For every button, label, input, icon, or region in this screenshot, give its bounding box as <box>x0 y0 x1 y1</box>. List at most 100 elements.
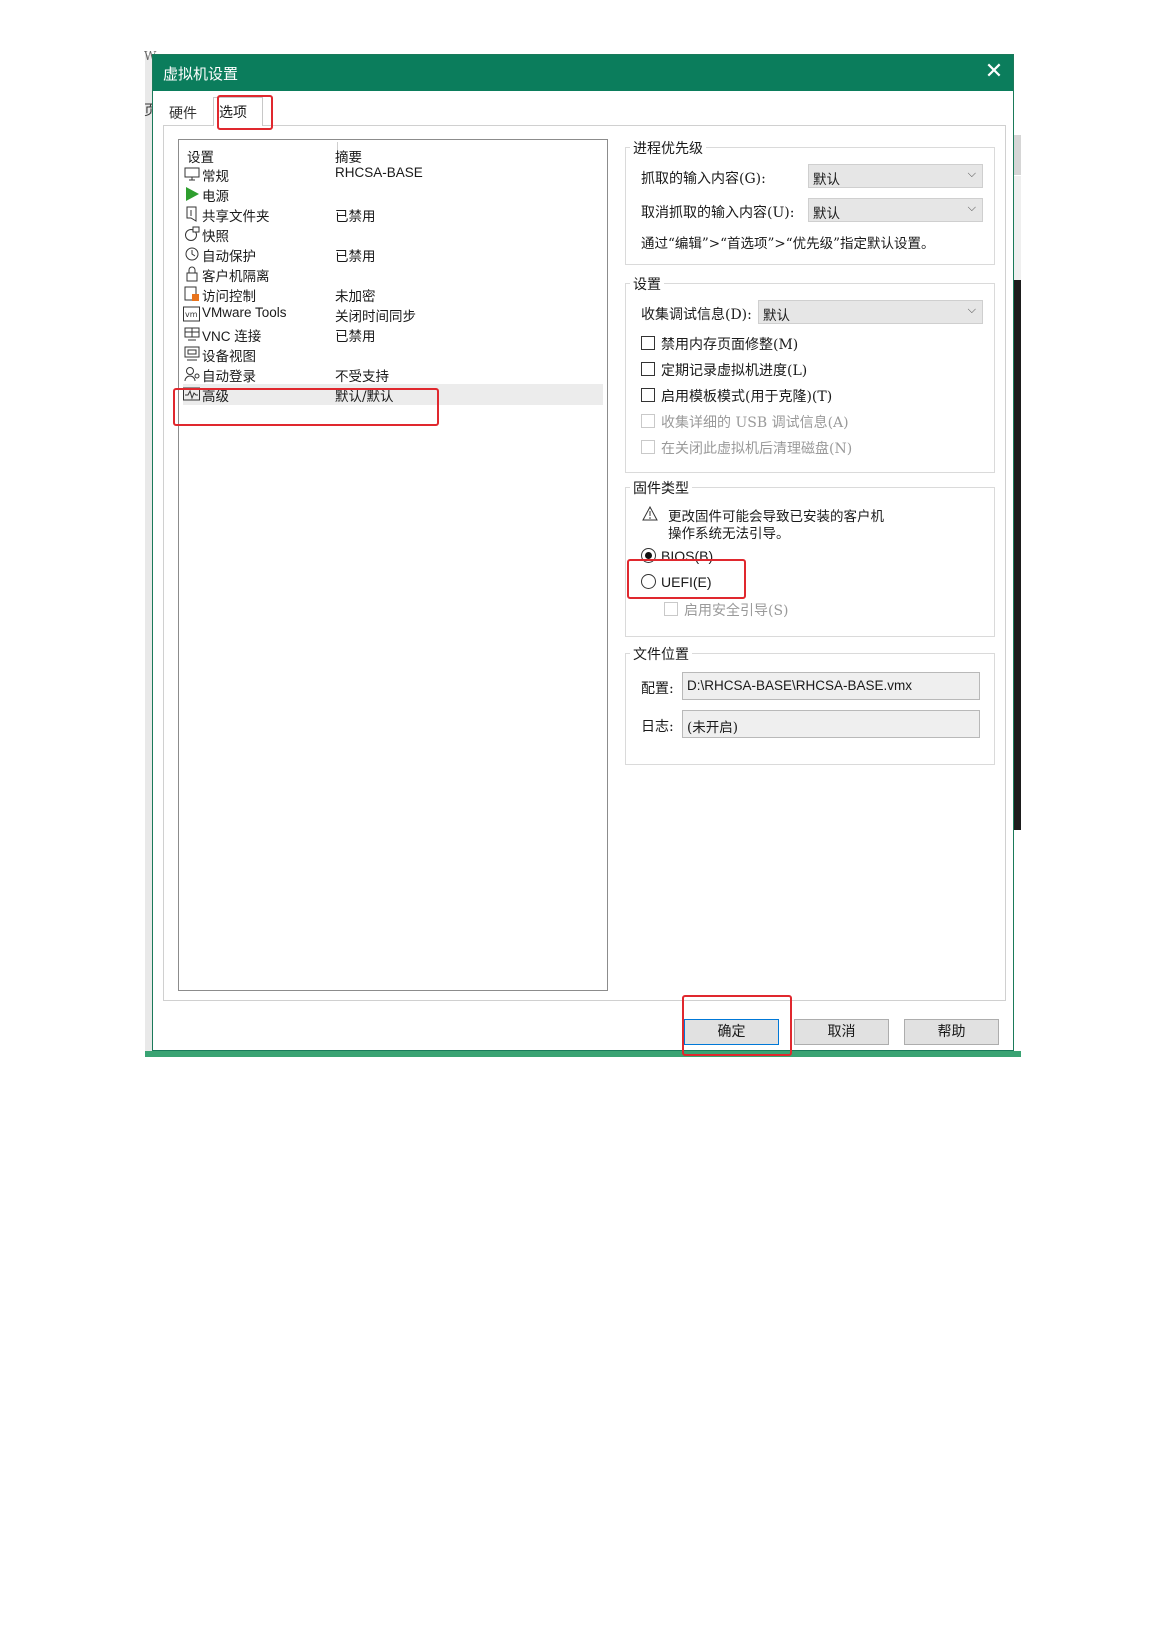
column-header-summary[interactable]: 摘要 <box>335 146 362 166</box>
help-button[interactable]: 帮助 <box>904 1019 999 1045</box>
annotation-box-ok <box>682 995 792 1056</box>
close-icon[interactable]: ✕ <box>982 60 1006 84</box>
process-priority-group: 进程优先级 抓取的输入内容(G): 默认 ⌵ 取消抓取的输入内容(U): 默认 … <box>625 138 995 265</box>
secure-boot-label: 启用安全引导(S) <box>684 603 789 619</box>
vm-icon: vm <box>183 306 200 323</box>
debug-info-label: 收集调试信息(D): <box>641 307 752 323</box>
list-item-snapshots[interactable]: 快照 <box>183 224 603 245</box>
play-icon <box>183 186 200 203</box>
list-item-summary: 未加密 <box>335 289 376 305</box>
list-item-shared-folders[interactable]: 共享文件夹 已禁用 <box>183 204 603 225</box>
checkbox-log-progress[interactable] <box>641 362 655 376</box>
list-item-autologin[interactable]: 自动登录 不受支持 <box>183 364 603 385</box>
checkbox-label: 定期记录虚拟机进度(L) <box>661 363 808 379</box>
list-item-name: 电源 <box>202 189 229 205</box>
tab-hardware[interactable]: 硬件 <box>163 99 213 125</box>
background-window-edge <box>1013 135 1021 175</box>
checkbox-clean-disk <box>641 440 655 454</box>
chevron-down-icon: ⌵ <box>967 303 976 316</box>
background-window-edge <box>1013 280 1021 830</box>
log-label: 日志: <box>641 719 674 735</box>
background-window-edge <box>1013 176 1021 280</box>
grab-input-label: 抓取的输入内容(G): <box>641 171 766 187</box>
vm-settings-dialog: 虚拟机设置 ✕ 硬件 选项 设置 摘要 常规 RHCSA-BASE 电源 共享文… <box>152 54 1014 1051</box>
select-value: 默认 <box>813 206 840 222</box>
dialog-title: 虚拟机设置 <box>163 65 239 83</box>
list-item-name: 共享文件夹 <box>202 209 270 225</box>
monitor-icon <box>183 166 200 183</box>
select-value: 默认 <box>763 308 790 324</box>
list-item-guest-isolation[interactable]: 客户机隔离 <box>183 264 603 285</box>
annotation-box-options-tab <box>217 95 273 130</box>
warning-icon <box>642 505 658 522</box>
list-item-name: 设备视图 <box>202 349 256 365</box>
list-item-summary: 已禁用 <box>335 329 376 345</box>
radio-selected-dot <box>645 552 652 559</box>
firmware-warning-line2: 操作系统无法引导。 <box>668 526 790 542</box>
list-item-name: 常规 <box>202 169 229 185</box>
snapshot-icon <box>183 226 200 243</box>
list-item-name: 访问控制 <box>202 289 256 305</box>
list-item-vmware-tools[interactable]: vm VMware Tools 关闭时间同步 <box>183 304 603 325</box>
list-item-power[interactable]: 电源 <box>183 184 603 205</box>
config-label: 配置: <box>641 681 674 697</box>
settings-group: 设置 收集调试信息(D): 默认 ⌵ 禁用内存页面修整(M) 定期记录虚拟机进度… <box>625 274 995 473</box>
cancel-button[interactable]: 取消 <box>794 1019 889 1045</box>
group-title: 设置 <box>630 274 664 294</box>
list-item-access-control[interactable]: 访问控制 未加密 <box>183 284 603 305</box>
list-item-summary: RHCSA-BASE <box>335 165 423 180</box>
checkbox-label: 收集详细的 USB 调试信息(A) <box>661 415 849 431</box>
select-value: 默认 <box>813 172 840 188</box>
checkbox-template-mode[interactable] <box>641 388 655 402</box>
device-view-icon <box>183 346 200 363</box>
checkbox-usb-debug <box>641 414 655 428</box>
group-title: 文件位置 <box>630 644 692 664</box>
checkbox-disable-page-trim[interactable] <box>641 336 655 350</box>
access-control-icon <box>183 286 200 303</box>
list-item-vnc[interactable]: VNC 连接 已禁用 <box>183 324 603 345</box>
debug-info-select[interactable]: 默认 ⌵ <box>758 300 983 324</box>
config-path-value: D:\RHCSA-BASE\RHCSA-BASE.vmx <box>687 678 913 693</box>
priority-note: 通过“编辑”>“首选项”>“优先级”指定默认设置。 <box>641 236 935 252</box>
group-title: 固件类型 <box>630 478 692 498</box>
checkbox-label: 在关闭此虚拟机后清理磁盘(N) <box>661 441 853 457</box>
background-window-edge <box>145 1051 1021 1057</box>
list-item-name: VMware Tools <box>202 305 287 320</box>
chevron-down-icon: ⌵ <box>967 167 976 180</box>
list-item-summary: 不受支持 <box>335 369 389 385</box>
list-item-autoprotect[interactable]: 自动保护 已禁用 <box>183 244 603 265</box>
column-header-setting[interactable]: 设置 <box>187 146 214 166</box>
list-item-name: 自动登录 <box>202 369 256 385</box>
annotation-box-advanced <box>173 388 439 426</box>
list-item-general[interactable]: 常规 RHCSA-BASE <box>183 164 603 185</box>
annotation-box-bios <box>627 559 746 599</box>
list-item-name: 自动保护 <box>202 249 256 265</box>
chevron-down-icon: ⌵ <box>967 201 976 214</box>
group-title: 进程优先级 <box>630 138 706 158</box>
list-item-summary: 已禁用 <box>335 209 376 225</box>
lock-icon <box>183 266 200 283</box>
log-path-value: (未开启) <box>687 720 739 736</box>
clock-icon <box>183 246 200 263</box>
vnc-icon <box>183 326 200 343</box>
svg-text:vm: vm <box>185 310 198 319</box>
user-icon <box>183 366 200 383</box>
settings-list[interactable]: 设置 摘要 常规 RHCSA-BASE 电源 共享文件夹 已禁用 快照 自动保护… <box>178 139 608 991</box>
release-input-select[interactable]: 默认 ⌵ <box>808 198 983 222</box>
checkbox-label: 禁用内存页面修整(M) <box>661 337 799 353</box>
grab-input-select[interactable]: 默认 ⌵ <box>808 164 983 188</box>
file-location-group: 文件位置 配置: D:\RHCSA-BASE\RHCSA-BASE.vmx 日志… <box>625 644 995 765</box>
list-item-summary: 关闭时间同步 <box>335 309 416 325</box>
list-item-name: 客户机隔离 <box>202 269 270 285</box>
title-bar[interactable]: 虚拟机设置 ✕ <box>153 55 1013 91</box>
list-item-name: 快照 <box>202 229 229 245</box>
list-item-device-view[interactable]: 设备视图 <box>183 344 603 365</box>
checkbox-secure-boot <box>664 602 678 616</box>
log-path-field[interactable]: (未开启) <box>682 710 980 738</box>
config-path-field[interactable]: D:\RHCSA-BASE\RHCSA-BASE.vmx <box>682 672 980 700</box>
list-item-summary: 已禁用 <box>335 249 376 265</box>
list-item-name: VNC 连接 <box>202 329 262 344</box>
shared-folder-icon <box>183 206 200 223</box>
release-input-label: 取消抓取的输入内容(U): <box>641 205 795 221</box>
checkbox-label: 启用模板模式(用于克隆)(T) <box>661 389 833 405</box>
